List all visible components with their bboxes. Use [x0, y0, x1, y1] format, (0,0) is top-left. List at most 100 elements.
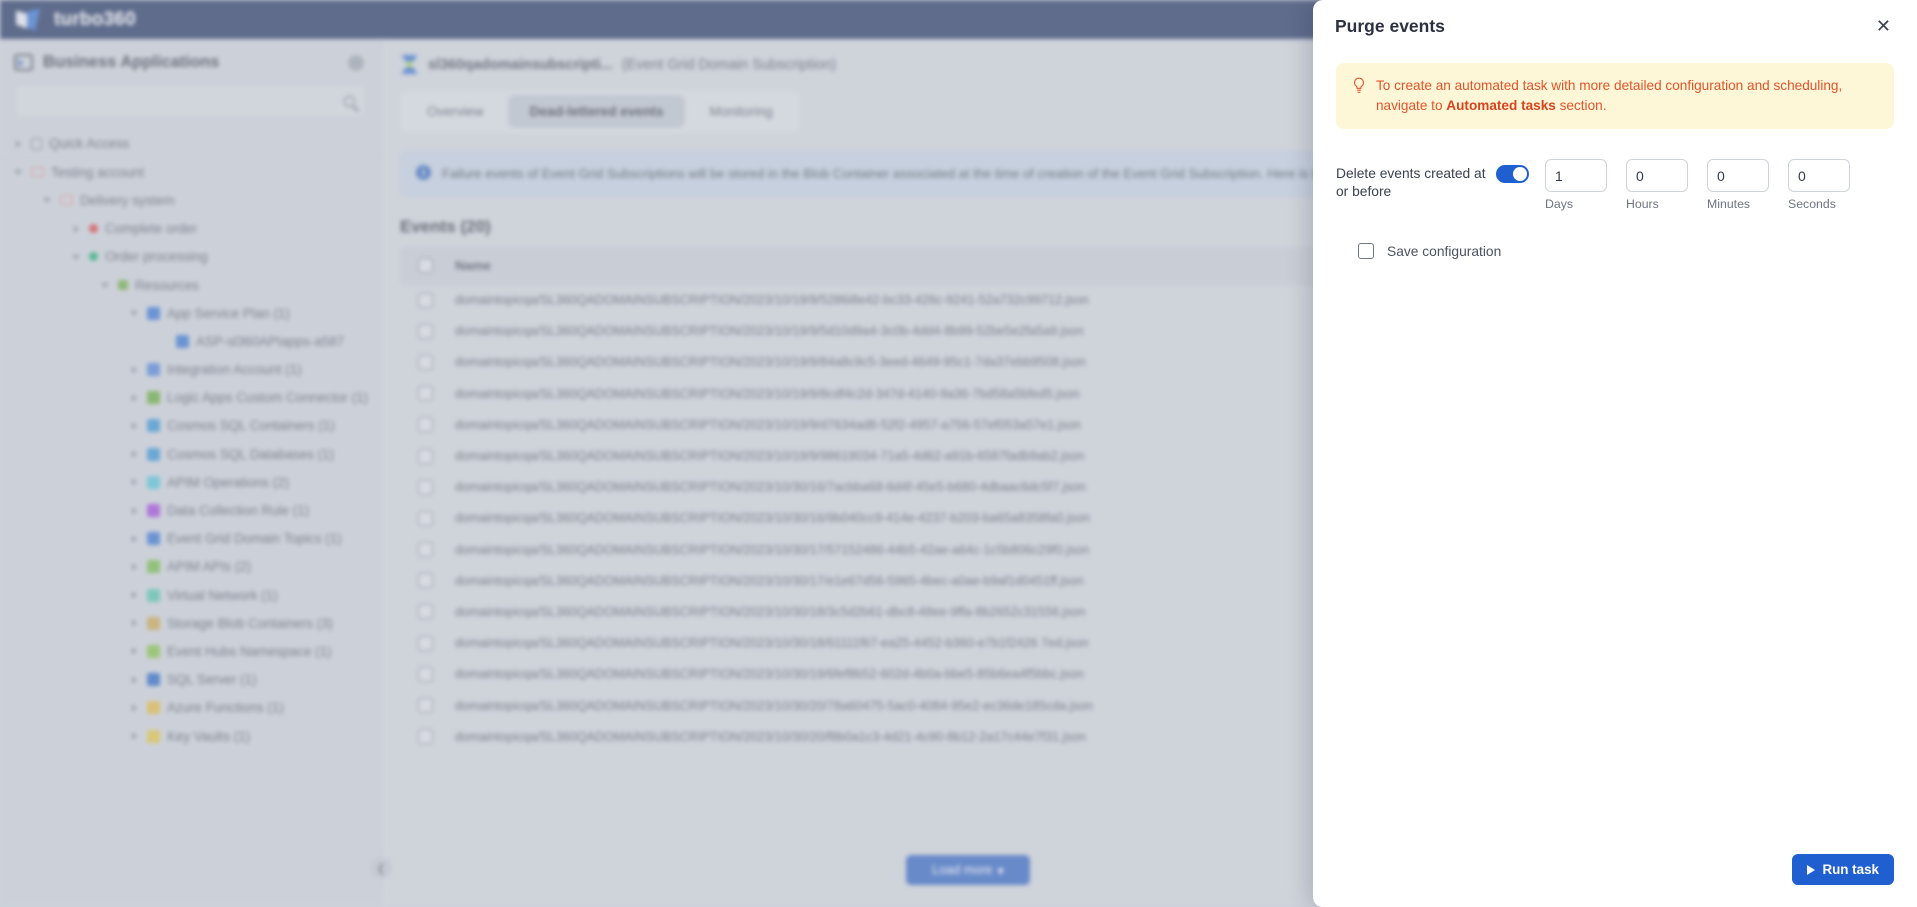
seconds-input[interactable]	[1788, 159, 1850, 193]
tree-item[interactable]: Data Collection Rule (1)	[0, 496, 380, 524]
tree-item[interactable]: Logic Apps Custom Connector (1)	[0, 384, 380, 412]
tree-item[interactable]: SQL Server (1)	[0, 666, 380, 694]
tree-item[interactable]: Delivery system	[0, 186, 380, 214]
chevron-right-icon[interactable]	[130, 646, 140, 656]
tab-overview[interactable]: Overview	[405, 95, 506, 128]
row-checkbox[interactable]	[418, 292, 433, 308]
event-hubs-namespace-icon	[147, 644, 160, 658]
chevron-down-icon[interactable]	[130, 308, 140, 318]
close-icon[interactable]: ✕	[1872, 15, 1895, 37]
tree-item-label: Resources	[135, 277, 200, 293]
turbo-logo-icon	[16, 8, 42, 31]
automated-tasks-link[interactable]: Automated tasks	[1446, 98, 1556, 113]
sidebar-header: Business Applications	[0, 39, 380, 82]
tree-item[interactable]: Event Hubs Namespace (1)	[0, 637, 380, 665]
search-input[interactable]	[14, 84, 366, 118]
days-input-label: Days	[1545, 197, 1574, 212]
row-checkbox[interactable]	[418, 479, 433, 495]
tree-item[interactable]: Cosmos SQL Containers (1)	[0, 412, 380, 440]
chevron-right-icon[interactable]	[130, 590, 140, 600]
tree-item[interactable]: Integration Account (1)	[0, 356, 380, 384]
tree-item[interactable]: Testing account	[0, 158, 380, 186]
tree-item[interactable]: Quick Access	[0, 130, 380, 159]
row-checkbox[interactable]	[418, 573, 433, 589]
tree-item-label: Data Collection Rule (1)	[167, 503, 310, 519]
chevron-down-icon[interactable]	[72, 252, 82, 262]
tree-item[interactable]: Complete order	[0, 215, 380, 243]
row-checkbox[interactable]	[418, 448, 433, 464]
chevron-right-icon[interactable]	[130, 562, 140, 572]
chevron-right-icon[interactable]	[130, 421, 140, 431]
tab-monitoring[interactable]: Monitoring	[687, 95, 794, 128]
tree-item-label: SQL Server (1)	[167, 672, 257, 688]
chevron-right-icon[interactable]	[130, 506, 140, 516]
tab-dead-lettered-events[interactable]: Dead-lettered events	[507, 95, 686, 128]
chevron-right-icon[interactable]	[130, 703, 140, 713]
tree-item[interactable]: APIM APIs (2)	[0, 553, 380, 581]
row-checkbox[interactable]	[418, 510, 433, 526]
tree-item[interactable]: Storage Blob Containers (3)	[0, 609, 380, 637]
logic-apps-connector-icon	[147, 391, 160, 405]
chevron-right-icon[interactable]	[130, 675, 140, 685]
tree-item[interactable]: ASP-sl360APIapps-a587	[0, 327, 380, 355]
save-configuration-row[interactable]: Save configuration	[1336, 243, 1894, 260]
tree-item[interactable]: Event Grid Domain Topics (1)	[0, 525, 380, 553]
save-configuration-checkbox[interactable]	[1358, 243, 1374, 260]
chevron-right-icon[interactable]	[130, 477, 140, 487]
automation-tip-text: To create an automated task with more de…	[1376, 76, 1878, 115]
chevron-right-icon[interactable]	[130, 618, 140, 628]
row-checkbox[interactable]	[418, 604, 433, 620]
chevron-right-icon[interactable]	[130, 393, 140, 403]
minutes-input-wrapper: Minutes	[1707, 159, 1769, 211]
column-header-name: Name	[455, 258, 491, 273]
chevron-right-icon[interactable]	[130, 365, 140, 375]
cosmos-sql-container-icon	[147, 419, 160, 433]
hours-input[interactable]	[1626, 159, 1688, 193]
chevron-down-icon[interactable]	[14, 167, 24, 177]
row-checkbox[interactable]	[418, 635, 433, 651]
chevron-down-icon[interactable]	[43, 195, 53, 205]
gear-icon[interactable]	[348, 54, 364, 71]
row-checkbox[interactable]	[418, 323, 433, 339]
delete-events-toggle[interactable]	[1496, 165, 1529, 184]
tree-item[interactable]: App Service Plan (1)	[0, 299, 380, 327]
days-input[interactable]	[1545, 159, 1607, 193]
tree-item[interactable]: APIM Operations (2)	[0, 468, 380, 496]
row-checkbox[interactable]	[418, 386, 433, 402]
chevron-right-icon[interactable]	[130, 449, 140, 459]
chevron-right-icon[interactable]	[130, 534, 140, 544]
tree-item[interactable]: Virtual Network (1)	[0, 581, 380, 609]
row-checkbox[interactable]	[418, 729, 433, 745]
tree-item[interactable]: Azure Functions (1)	[0, 694, 380, 722]
event-blob-name: domaintopicqa/SL360QADOMAINSUBSCRIPTION/…	[455, 573, 1084, 588]
row-checkbox[interactable]	[418, 666, 433, 682]
chevron-right-icon[interactable]	[14, 139, 24, 149]
tree-item[interactable]: Cosmos SQL Databases (1)	[0, 440, 380, 468]
cosmos-sql-database-icon	[147, 447, 160, 461]
row-checkbox[interactable]	[418, 354, 433, 370]
resources-icon	[118, 280, 128, 291]
chevron-right-icon[interactable]	[130, 731, 140, 741]
tree-item[interactable]: Key Vaults (1)	[0, 722, 380, 750]
collapse-sidebar-icon[interactable]: ❮	[370, 857, 392, 879]
resource-type: (Event Grid Domain Subscription)	[621, 56, 837, 73]
select-all-checkbox[interactable]	[418, 258, 433, 273]
tree-item-label: Cosmos SQL Databases (1)	[167, 446, 334, 462]
tree-item-label: APIM Operations (2)	[167, 474, 290, 490]
row-checkbox[interactable]	[418, 542, 433, 558]
event-blob-name: domaintopicqa/SL360QADOMAINSUBSCRIPTION/…	[455, 480, 1086, 495]
run-task-button[interactable]: Run task	[1792, 854, 1894, 885]
minutes-input[interactable]	[1707, 159, 1769, 193]
tree-item[interactable]: Order processing	[0, 243, 380, 271]
chevron-down-icon[interactable]	[101, 280, 111, 290]
tree-item[interactable]: Resources	[0, 271, 380, 299]
row-checkbox[interactable]	[418, 417, 433, 433]
load-more-button[interactable]: Load more ▾	[906, 855, 1030, 885]
chevron-right-icon[interactable]	[72, 224, 82, 234]
tree-item-label: Event Grid Domain Topics (1)	[167, 531, 342, 547]
delete-events-row: Delete events created at or before Days H…	[1336, 159, 1894, 211]
tree-item-label: Logic Apps Custom Connector (1)	[167, 390, 368, 406]
play-icon	[1807, 864, 1816, 875]
row-checkbox[interactable]	[418, 698, 433, 714]
virtual-network-icon	[147, 588, 160, 602]
